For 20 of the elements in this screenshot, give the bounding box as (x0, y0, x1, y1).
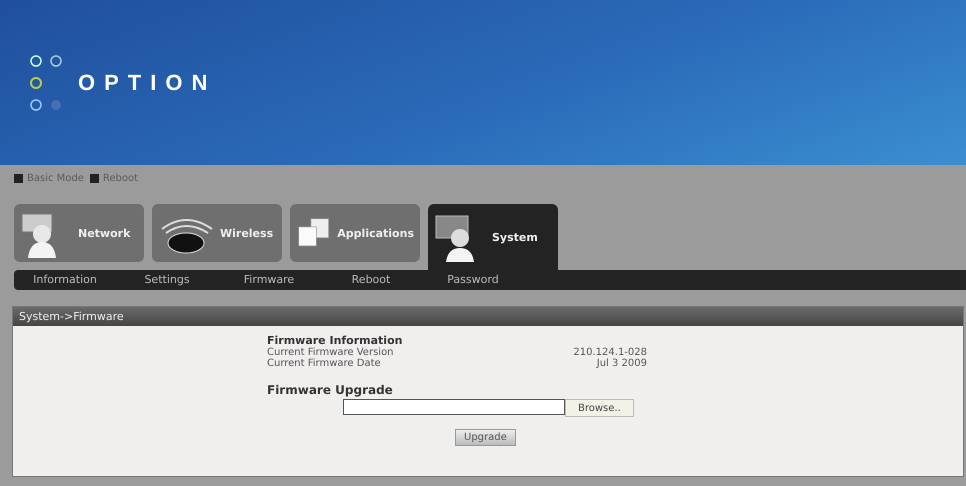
nav-tab[interactable]: Wireless (152, 204, 282, 262)
nav-tab[interactable]: Network (14, 204, 144, 262)
file-field[interactable] (343, 399, 565, 415)
subnav-link[interactable]: Firmware (218, 270, 320, 290)
subnav-link[interactable]: Information (14, 270, 116, 290)
info-value: Jul 3 2009 (596, 358, 647, 369)
subnav-link[interactable]: Password (422, 270, 524, 290)
section-heading: Firmware Information (267, 334, 404, 347)
nav-tab[interactable]: System (428, 204, 558, 270)
info-label: Current Firmware Version (267, 347, 394, 358)
info-value: 210.124.1-028 (573, 347, 647, 358)
logo-text: OPTION (78, 70, 216, 96)
subnav-link[interactable]: Settings (116, 270, 218, 290)
section-heading: Firmware Upgrade (267, 383, 394, 397)
upgrade-button[interactable]: Upgrade (455, 429, 516, 446)
nav-tab[interactable]: Applications (290, 204, 420, 262)
info-label: Current Firmware Date (267, 358, 381, 369)
browse-button[interactable]: Browse.. (565, 399, 634, 417)
panel-title: System->Firmware (13, 307, 963, 326)
subnav-link[interactable]: Reboot (320, 270, 422, 290)
